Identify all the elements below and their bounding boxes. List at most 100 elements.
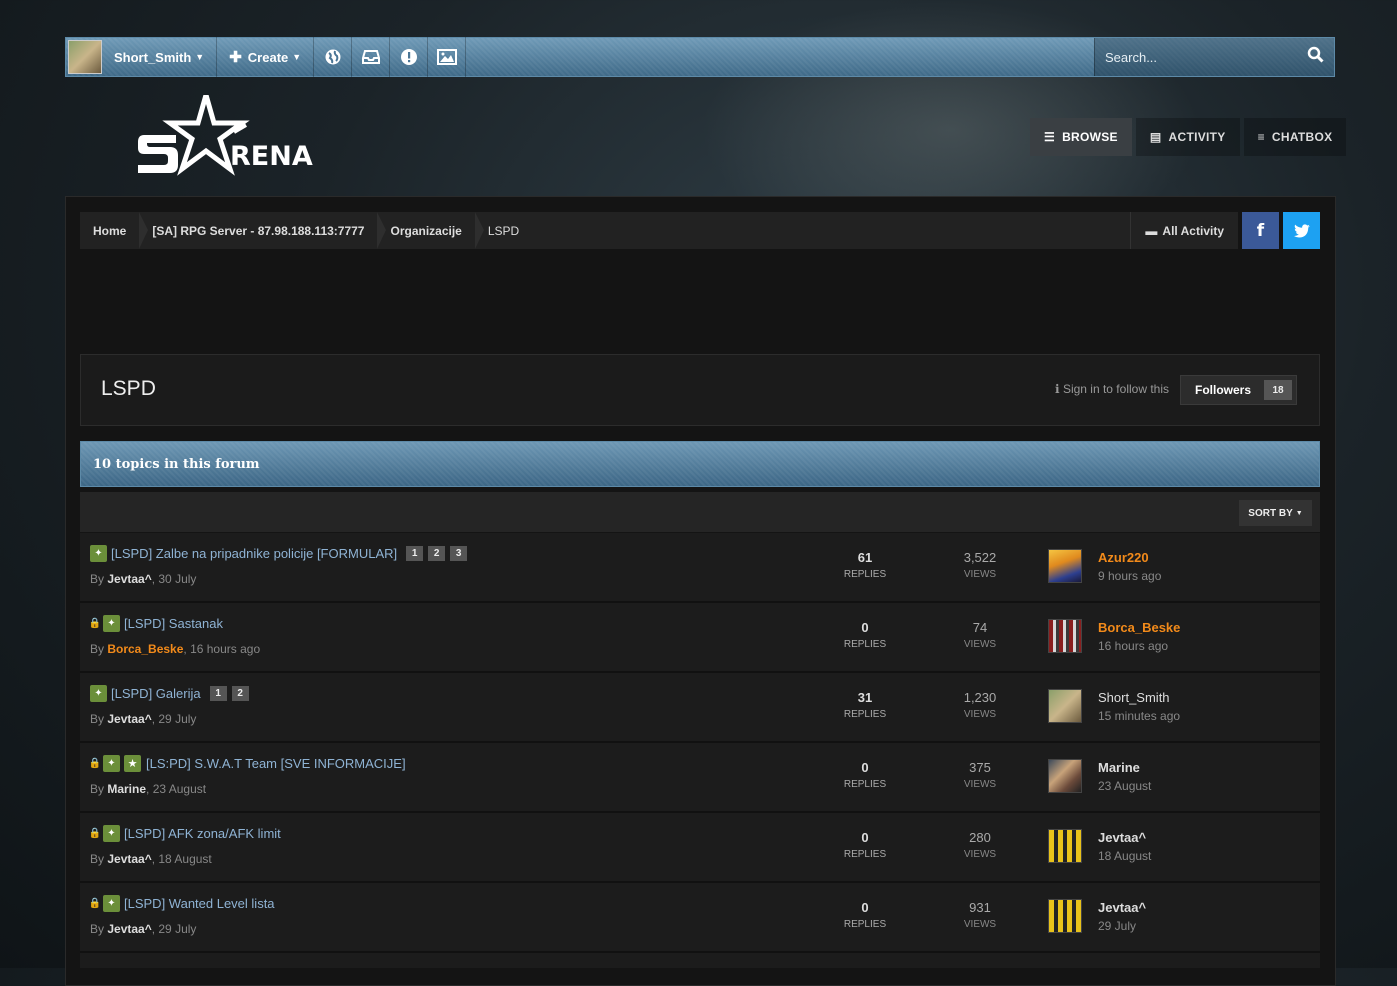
page-link[interactable]: 2 — [428, 546, 446, 561]
topic-author-link[interactable]: Jevtaa^ — [107, 572, 151, 586]
topic-author-link[interactable]: Jevtaa^ — [107, 712, 151, 726]
alert-icon[interactable] — [390, 37, 429, 77]
topic-date: , 23 August — [146, 782, 207, 796]
last-poster-avatar[interactable] — [1048, 549, 1082, 583]
breadcrumb-server[interactable]: [SA] RPG Server - 87.98.188.113:7777 — [139, 212, 387, 249]
facebook-share-button[interactable]: f — [1242, 212, 1279, 249]
folder-icon: ▬ — [1145, 223, 1158, 238]
topic-author-link[interactable]: Borca_Beske — [107, 642, 183, 656]
last-poster-link[interactable]: Short_Smith — [1098, 690, 1170, 705]
by-label: By — [90, 782, 108, 796]
tab-browse[interactable]: ☰ BROWSE — [1030, 118, 1132, 156]
replies-stat: 0 REPLIES — [825, 830, 905, 860]
sort-by-button[interactable]: SORT BY ▼ — [1239, 500, 1312, 526]
topic-date: , 29 July — [151, 712, 197, 726]
inbox-icon[interactable] — [352, 37, 391, 77]
topic-title-link[interactable]: [LSPD] Sastanak — [124, 616, 223, 631]
all-activity-link[interactable]: ▬ All Activity — [1130, 212, 1238, 249]
replies-label: REPLIES — [843, 569, 887, 580]
search-icon[interactable] — [1307, 46, 1324, 68]
sign-in-label: Sign in to follow this — [1062, 382, 1169, 396]
page-link[interactable]: 1 — [209, 686, 227, 701]
star-icon: ★ — [124, 755, 141, 772]
last-poster-link[interactable]: Marine — [1098, 760, 1140, 775]
topic-title-link[interactable]: [LSPD] Zalbe na pripadnike policije [FOR… — [111, 546, 397, 561]
user-bar: Short_Smith ▼ ✚ Create ▼ Search... — [65, 37, 1335, 77]
pin-icon: ✦ — [90, 685, 107, 702]
topic-date: , 18 August — [151, 852, 212, 866]
sign-in-to-follow[interactable]: ℹ Sign in to follow this — [1055, 382, 1169, 396]
by-label: By — [90, 642, 108, 656]
views-label: VIEWS — [963, 709, 997, 720]
views-count: 375 — [969, 760, 991, 775]
main-nav: ☰ BROWSE ▤ ACTIVITY ≡ CHATBOX — [1030, 118, 1347, 156]
last-poster-avatar[interactable] — [1048, 759, 1082, 793]
topic-author-link[interactable]: Jevtaa^ — [107, 922, 151, 936]
search-input[interactable]: Search... — [1094, 38, 1334, 76]
last-poster-link[interactable]: Jevtaa^ — [1098, 830, 1146, 845]
replies-label: REPLIES — [843, 639, 887, 650]
views-label: VIEWS — [963, 919, 997, 930]
last-poster-avatar[interactable] — [1048, 829, 1082, 863]
followers-button[interactable]: Followers 18 — [1180, 375, 1297, 405]
topic-title-link[interactable]: [LSPD] AFK zona/AFK limit — [124, 826, 281, 841]
topic-row: 🔒 ✦ [LSPD] AFK zona/AFK limit By Jevtaa^… — [80, 813, 1320, 883]
search-placeholder: Search... — [1105, 49, 1158, 65]
topics-count-bar: 10 topics in this forum — [80, 441, 1320, 487]
user-menu[interactable]: Short_Smith ▼ — [102, 37, 218, 77]
last-poster-avatar[interactable] — [1048, 689, 1082, 723]
twitter-share-button[interactable] — [1283, 212, 1320, 249]
sort-bar: SORT BY ▼ — [80, 492, 1320, 532]
replies-stat: 61 REPLIES — [825, 550, 905, 580]
by-label: By — [90, 852, 108, 866]
last-poster-link[interactable]: Borca_Beske — [1098, 620, 1180, 635]
last-poster-link[interactable]: Jevtaa^ — [1098, 900, 1146, 915]
topic-byline: By Jevtaa^, 29 July — [90, 712, 196, 726]
replies-count: 31 — [857, 690, 873, 705]
last-post-time[interactable]: 29 July — [1098, 919, 1136, 933]
topic-byline: By Jevtaa^, 18 August — [90, 852, 212, 866]
pin-icon: ✦ — [103, 755, 120, 772]
last-poster-avatar[interactable] — [1048, 899, 1082, 933]
page-link[interactable]: 1 — [406, 546, 424, 561]
breadcrumb-organizacije[interactable]: Organizacije — [377, 212, 485, 249]
image-icon[interactable] — [428, 37, 467, 77]
views-count: 1,230 — [963, 690, 997, 705]
by-label: By — [90, 712, 108, 726]
globe-icon[interactable] — [314, 37, 353, 77]
views-label: VIEWS — [963, 639, 997, 650]
lock-icon: 🔒 — [88, 758, 102, 769]
menu-icon: ≡ — [1257, 130, 1265, 144]
tab-activity[interactable]: ▤ ACTIVITY — [1135, 118, 1240, 156]
last-poster-avatar[interactable] — [1048, 619, 1082, 653]
replies-label: REPLIES — [843, 779, 887, 790]
page-link[interactable]: 2 — [231, 686, 249, 701]
tab-chatbox[interactable]: ≡ CHATBOX — [1243, 118, 1347, 156]
last-post-time[interactable]: 16 hours ago — [1098, 639, 1168, 653]
last-post-time[interactable]: 18 August — [1098, 849, 1151, 863]
replies-label: REPLIES — [843, 919, 887, 930]
document-icon: ▤ — [1149, 130, 1162, 144]
pin-icon: ✦ — [90, 545, 107, 562]
topic-title-link[interactable]: [LS:PD] S.W.A.T Team [SVE INFORMACIJE] — [146, 756, 406, 771]
user-avatar[interactable] — [68, 40, 102, 74]
lock-icon: 🔒 — [88, 898, 102, 909]
topic-author-link[interactable]: Marine — [107, 782, 146, 796]
pin-icon: ✦ — [103, 895, 120, 912]
breadcrumb-home[interactable]: Home — [80, 212, 149, 249]
last-post-time[interactable]: 9 hours ago — [1098, 569, 1161, 583]
topic-title-link[interactable]: [LSPD] Wanted Level lista — [124, 896, 275, 911]
views-count: 3,522 — [963, 550, 997, 565]
page-link[interactable]: 3 — [450, 546, 468, 561]
topic-row: 🔒 ✦ [LSPD] Sastanak By Borca_Beske, 16 h… — [80, 603, 1320, 673]
replies-stat: 0 REPLIES — [825, 620, 905, 650]
last-poster-link[interactable]: Azur220 — [1098, 550, 1149, 565]
topic-title-link[interactable]: [LSPD] Galerija — [111, 686, 201, 701]
views-stat: 74 VIEWS — [940, 620, 1020, 650]
create-menu[interactable]: ✚ Create ▼ — [217, 37, 315, 77]
last-post-time[interactable]: 23 August — [1098, 779, 1151, 793]
facebook-icon: f — [1256, 220, 1265, 241]
topic-author-link[interactable]: Jevtaa^ — [107, 852, 151, 866]
last-post-time[interactable]: 15 minutes ago — [1098, 709, 1180, 723]
site-logo[interactable]: RENA — [138, 85, 318, 183]
